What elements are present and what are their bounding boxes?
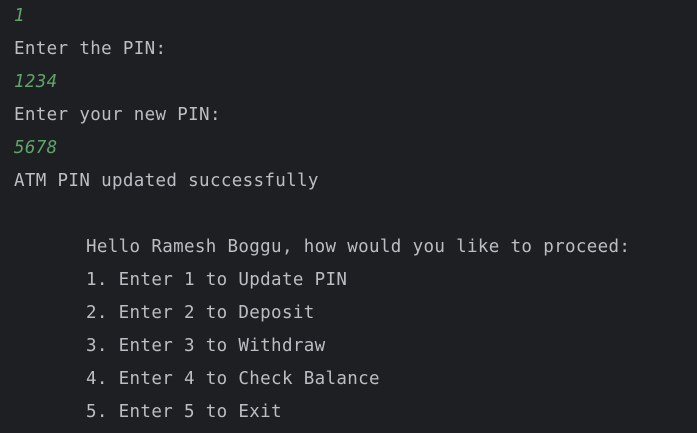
menu-option-withdraw: 3. Enter 3 to Withdraw (86, 336, 326, 356)
user-input-menu-choice: 1 (14, 6, 25, 26)
prompt-enter-pin: Enter the PIN: (14, 39, 167, 59)
menu-option-deposit: 2. Enter 2 to Deposit (86, 303, 315, 323)
prompt-enter-new-pin: Enter your new PIN: (14, 105, 221, 125)
run-console-output[interactable]: 1 Enter the PIN: 1234 Enter your new PIN… (0, 0, 697, 433)
menu-option-check-balance: 4. Enter 4 to Check Balance (86, 369, 380, 389)
menu-option-exit: 5. Enter 5 to Exit (86, 402, 282, 422)
greeting-message: Hello Ramesh Boggu, how would you like t… (86, 237, 631, 257)
status-message-pin-updated: ATM PIN updated successfully (14, 171, 319, 191)
menu-option-update-pin: 1. Enter 1 to Update PIN (86, 270, 348, 290)
user-input-current-pin: 1234 (14, 72, 58, 92)
user-input-new-pin: 5678 (14, 138, 58, 158)
